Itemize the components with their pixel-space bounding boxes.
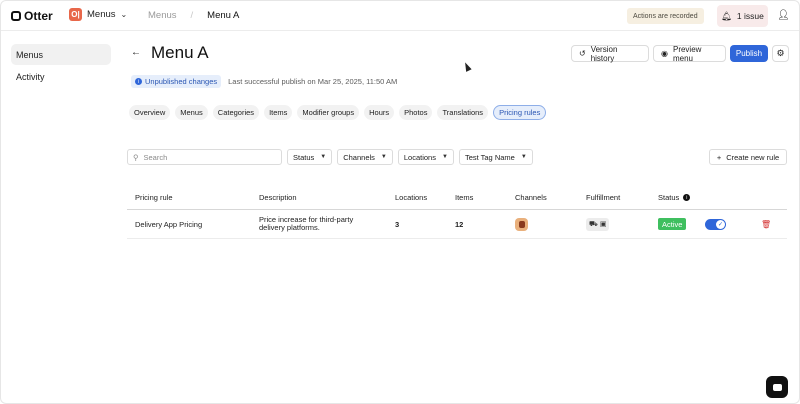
pricing-rule-description: Price increase for third-party delivery …	[259, 215, 354, 232]
arrow-left-icon[interactable]: ←	[131, 47, 141, 58]
column-header-status: Status i	[658, 186, 691, 209]
tab-overview[interactable]: Overview	[129, 105, 171, 120]
sidebar-item-label: Activity	[16, 71, 45, 82]
bag-icon: ▣	[599, 220, 607, 228]
breadcrumb: Menus / Menu A	[148, 10, 239, 21]
unpublished-changes-badge[interactable]: i Unpublished changes	[131, 75, 222, 88]
locations-count: 3	[395, 219, 400, 229]
history-icon: ↺	[579, 49, 586, 58]
delivery-app-channel-icon	[515, 217, 528, 231]
plus-icon: +	[716, 152, 722, 162]
status-cell: Active	[658, 210, 687, 238]
app-switcher-label: Menus	[87, 9, 116, 20]
tab-hours[interactable]: Hours	[364, 105, 395, 120]
column-header-items: Items	[455, 193, 474, 202]
fulfillment-cell: ⛟ ▣	[586, 210, 610, 238]
page-title: Menu A	[151, 43, 209, 62]
info-icon: i	[135, 78, 142, 85]
channels-cell	[515, 210, 528, 238]
column-header-channels: Channels	[515, 193, 547, 202]
user-icon[interactable]: 👤︎	[777, 10, 790, 21]
brand-logo[interactable]: Otter	[11, 9, 53, 23]
breadcrumb-menus[interactable]: Menus	[148, 10, 177, 21]
app-window: Otter O| Menus ⌄ Menus / Menu A Actions …	[0, 0, 800, 404]
tag-filter[interactable]: Test Tag Name ▼	[458, 149, 533, 165]
caret-down-icon: ▼	[380, 154, 387, 160]
column-header-fulfillment: Fulfillment	[586, 193, 621, 202]
issues-label: 1 issue	[736, 11, 764, 21]
status-filter[interactable]: Status ▼	[287, 149, 333, 165]
pricing-rules-table: Pricing rule Description Locations Items…	[127, 186, 787, 239]
last-publish-text: Last successful publish on Mar 25, 2025,…	[228, 77, 398, 86]
search-box: ⚲	[127, 149, 282, 165]
table-header: Pricing rule Description Locations Items…	[127, 186, 787, 210]
truck-icon: ⛟	[589, 220, 598, 228]
channels-filter[interactable]: Channels ▼	[337, 149, 393, 165]
menus-app-icon: O|	[69, 8, 82, 21]
tab-pricing-rules[interactable]: Pricing rules	[493, 105, 547, 120]
sidebar-item-menus[interactable]: Menus	[11, 44, 111, 65]
status-badge: Active	[658, 218, 687, 230]
column-header-description: Description	[259, 192, 297, 202]
eye-icon: ◉	[661, 49, 668, 58]
issues-button[interactable]: 🔔︎ 1 issue	[717, 5, 768, 27]
tab-translations[interactable]: Translations	[437, 105, 489, 120]
bell-icon: 🔔︎	[721, 10, 732, 21]
caret-down-icon: ▼	[520, 154, 527, 160]
preview-menu-button[interactable]: ◉ Preview menu	[653, 44, 726, 63]
otter-logo-icon	[11, 11, 21, 21]
top-bar: Otter O| Menus ⌄ Menus / Menu A Actions …	[1, 1, 799, 31]
unpublished-label: Unpublished changes	[145, 77, 218, 86]
fulfillment-icons: ⛟ ▣	[586, 217, 610, 231]
breadcrumb-current: Menu A	[207, 10, 240, 21]
delete-cell: 🗑︎	[761, 210, 771, 238]
publish-status-row: i Unpublished changes Last successful pu…	[131, 75, 397, 88]
status-header-label: Status	[658, 193, 680, 202]
tab-photos[interactable]: Photos	[399, 105, 433, 120]
items-count: 12	[455, 219, 464, 229]
sidebar-item-activity[interactable]: Activity	[11, 66, 111, 87]
tab-modifier-groups[interactable]: Modifier groups	[297, 105, 360, 120]
sidebar: Menus Activity	[11, 44, 111, 88]
recording-badge: Actions are recorded	[627, 8, 704, 24]
column-header-pricing-rule[interactable]: Pricing rule	[135, 186, 173, 209]
publish-button[interactable]: Publish	[730, 45, 768, 62]
preview-menu-label: Preview menu	[672, 44, 702, 63]
caret-down-icon: ▼	[320, 154, 327, 160]
app-switcher[interactable]: O| Menus ⌄	[69, 8, 127, 21]
info-icon[interactable]: i	[683, 194, 691, 201]
version-history-button[interactable]: ↺ Version history	[571, 44, 649, 63]
toggle-cell	[705, 210, 726, 238]
enable-toggle[interactable]	[705, 218, 726, 230]
caret-down-icon: ▼	[441, 154, 448, 160]
filter-bar: ⚲ Status ▼ Channels ▼ Locations ▼ Test T…	[127, 149, 533, 165]
trash-icon[interactable]: 🗑︎	[761, 220, 771, 229]
mouse-cursor-icon	[462, 61, 472, 72]
table-row[interactable]: Delivery App Pricing Price increase for …	[127, 210, 787, 239]
create-new-rule-button[interactable]: + Create new rule	[709, 149, 787, 165]
pricing-rule-name[interactable]: Delivery App Pricing	[135, 210, 202, 238]
sidebar-item-label: Menus	[16, 49, 44, 60]
locations-filter[interactable]: Locations ▼	[397, 149, 454, 165]
tag-filter-label: Test Tag Name	[464, 152, 515, 162]
search-input[interactable]	[143, 152, 264, 162]
version-history-label: Version history	[590, 44, 618, 63]
column-header-locations: Locations	[395, 193, 428, 202]
tab-bar: Overview Menus Categories Items Modifier…	[129, 105, 547, 120]
channels-filter-label: Channels	[343, 152, 375, 162]
locations-filter-label: Locations	[403, 152, 436, 162]
chat-icon[interactable]	[766, 376, 788, 398]
status-filter-label: Status	[293, 152, 315, 162]
tab-menus[interactable]: Menus	[175, 105, 208, 120]
tab-categories[interactable]: Categories	[212, 105, 260, 120]
create-new-rule-label: Create new rule	[726, 152, 780, 162]
breadcrumb-separator: /	[190, 10, 194, 21]
search-icon: ⚲	[133, 152, 139, 162]
chevron-down-icon: ⌄	[120, 10, 128, 19]
brand-name: Otter	[24, 9, 53, 23]
gear-icon[interactable]: ⚙	[772, 45, 789, 62]
tab-items[interactable]: Items	[264, 105, 293, 120]
